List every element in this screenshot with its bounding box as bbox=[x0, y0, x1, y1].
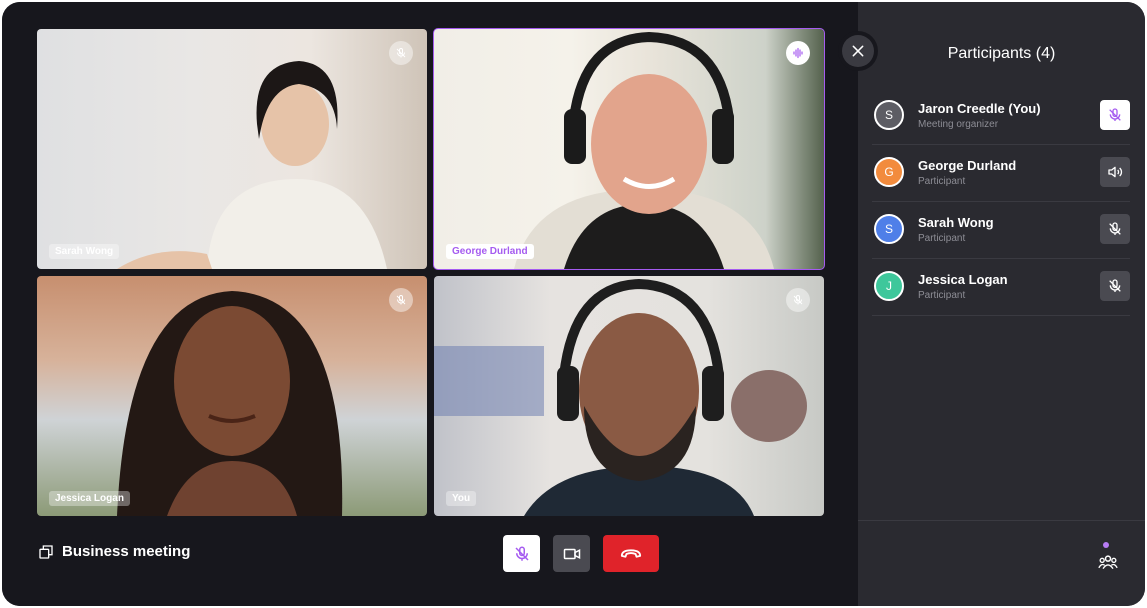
mic-off-icon bbox=[396, 295, 406, 305]
participant-row[interactable]: S Jaron Creedle (You) Meeting organizer bbox=[872, 88, 1130, 145]
camera-button[interactable] bbox=[553, 535, 590, 572]
participant-role: Participant bbox=[918, 233, 966, 244]
meeting-title-text: Business meeting bbox=[62, 543, 191, 560]
mic-off-icon bbox=[514, 546, 529, 561]
participant-role: Participant bbox=[918, 176, 966, 187]
video-feed bbox=[434, 276, 824, 516]
participants-list: S Jaron Creedle (You) Meeting organizer … bbox=[872, 88, 1130, 316]
participant-name: Sarah Wong bbox=[918, 215, 994, 230]
mic-off-indicator bbox=[786, 288, 810, 312]
close-panel-button[interactable] bbox=[842, 35, 874, 67]
avatar: S bbox=[874, 214, 904, 244]
participant-name: George Durland bbox=[918, 158, 1017, 173]
audio-wave-icon bbox=[793, 47, 803, 59]
mic-off-icon bbox=[1109, 222, 1121, 235]
participant-name: Jessica Logan bbox=[918, 272, 1008, 287]
mute-participant-button[interactable] bbox=[1100, 271, 1130, 301]
participant-name-tag: You bbox=[446, 491, 477, 506]
mic-off-indicator bbox=[389, 41, 413, 65]
mute-button[interactable] bbox=[503, 535, 540, 572]
panel-footer-divider bbox=[858, 520, 1145, 521]
call-controls bbox=[503, 535, 659, 572]
close-icon bbox=[852, 45, 864, 57]
participant-row[interactable]: S Sarah Wong Participant bbox=[872, 202, 1130, 259]
mic-off-icon bbox=[1109, 279, 1121, 292]
mic-off-indicator bbox=[389, 288, 413, 312]
speaking-indicator bbox=[786, 41, 810, 65]
video-camera-icon bbox=[563, 548, 580, 559]
mute-participant-button[interactable] bbox=[1100, 214, 1130, 244]
avatar: G bbox=[874, 157, 904, 187]
mute-participant-button[interactable] bbox=[1100, 100, 1130, 130]
video-call-window: Sarah Wong George Durland Jessica Logan … bbox=[2, 2, 1145, 606]
person-silhouette bbox=[117, 291, 343, 516]
copy-icon bbox=[38, 544, 54, 560]
video-feed bbox=[434, 29, 824, 269]
participant-row[interactable]: J Jessica Logan Participant bbox=[872, 259, 1130, 316]
video-tile-george-durland[interactable]: George Durland bbox=[433, 28, 825, 270]
person-silhouette bbox=[117, 61, 387, 269]
participant-audio-button[interactable] bbox=[1100, 157, 1130, 187]
avatar: J bbox=[874, 271, 904, 301]
mic-off-icon bbox=[1109, 108, 1121, 121]
participant-name-tag: Sarah Wong bbox=[49, 244, 120, 259]
speaker-icon bbox=[1108, 166, 1123, 178]
avatar: S bbox=[874, 100, 904, 130]
person-silhouette bbox=[434, 278, 807, 516]
video-feed bbox=[37, 29, 427, 269]
person-silhouette bbox=[514, 31, 774, 269]
group-icon bbox=[1098, 555, 1118, 570]
mic-off-icon bbox=[396, 48, 406, 58]
notification-dot bbox=[1103, 542, 1109, 548]
participant-row[interactable]: G George Durland Participant bbox=[872, 145, 1130, 202]
video-feed bbox=[37, 276, 427, 516]
participant-name-tag: Jessica Logan bbox=[49, 491, 130, 506]
participant-name-tag: George Durland bbox=[446, 244, 534, 259]
video-tile-self[interactable]: You bbox=[434, 276, 824, 516]
participant-role: Meeting organizer bbox=[918, 119, 999, 130]
participants-panel: Participants (4) S Jaron Creedle (You) M… bbox=[858, 2, 1145, 606]
video-tile-sarah-wong[interactable]: Sarah Wong bbox=[37, 29, 427, 269]
mic-off-icon bbox=[793, 295, 803, 305]
participant-name: Jaron Creedle (You) bbox=[918, 101, 1041, 116]
meeting-title[interactable]: Business meeting bbox=[38, 543, 190, 560]
participants-title: Participants (4) bbox=[947, 45, 1056, 62]
end-call-button[interactable] bbox=[603, 535, 659, 572]
video-stage: Sarah Wong George Durland Jessica Logan … bbox=[2, 2, 858, 606]
participant-role: Participant bbox=[918, 290, 966, 301]
video-tile-jessica-logan[interactable]: Jessica Logan bbox=[37, 276, 427, 516]
hang-up-icon bbox=[620, 548, 642, 558]
